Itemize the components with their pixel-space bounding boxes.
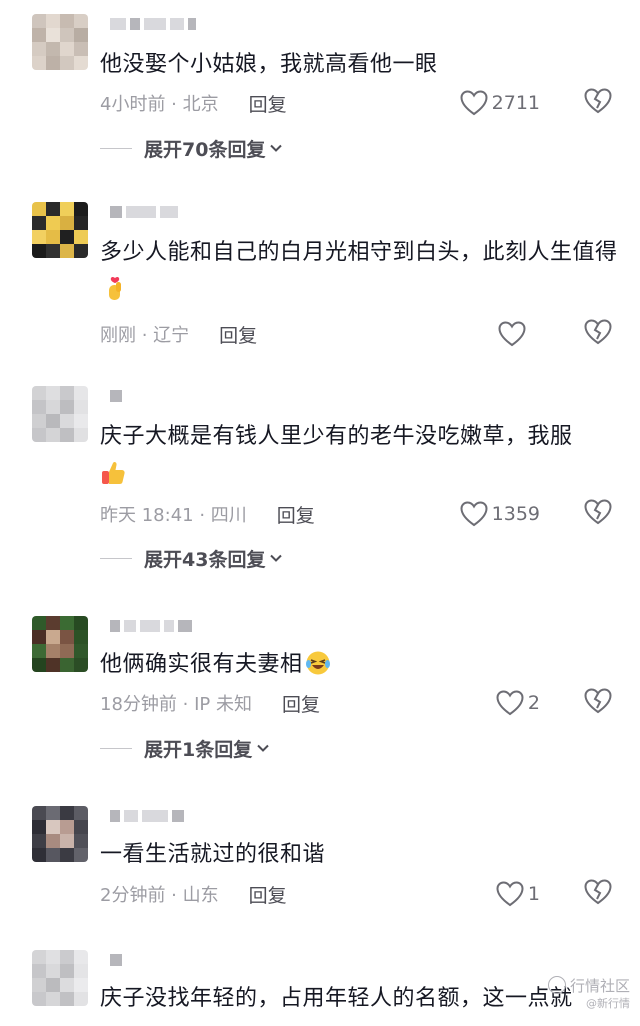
laughing-crying-emoji (305, 651, 330, 675)
comment-meta: 刚刚 · 辽宁 回复 (100, 319, 257, 349)
broken-heart-icon (584, 499, 612, 525)
expand-replies-label: 展开1条回复 (144, 738, 253, 761)
comment-text: 一看生活就过的很和谐 (100, 836, 620, 874)
broken-heart-icon (584, 319, 612, 345)
avatar[interactable] (32, 616, 88, 672)
comment-actions: 1359 (460, 499, 612, 529)
divider (100, 747, 132, 749)
dislike-button[interactable] (584, 319, 612, 349)
dislike-button[interactable] (584, 499, 612, 529)
broken-heart-icon (584, 88, 612, 114)
expand-replies[interactable]: 展开70条回复 (100, 134, 283, 162)
chevron-down-icon (270, 554, 283, 562)
like-count: 1359 (491, 503, 540, 525)
like-button[interactable]: 2711 (460, 90, 540, 116)
reply-button[interactable]: 回复 (249, 881, 287, 908)
comment-actions: 2711 (460, 88, 612, 118)
comment-text-content: 他俩确实很有夫妻相 (100, 652, 303, 677)
heart-icon (498, 321, 526, 347)
username-blurred[interactable] (110, 950, 122, 970)
username-blurred[interactable] (110, 14, 196, 34)
expand-replies[interactable]: 展开1条回复 (100, 734, 270, 762)
watermark: 行情社区 @新行情 (547, 976, 630, 1013)
username-blurred[interactable] (110, 386, 122, 406)
expand-replies[interactable]: 展开43条回复 (100, 544, 283, 572)
comment-actions: 1 (496, 879, 612, 909)
comment-text-content: 多少人能和自己的白月光相守到白头，此刻人生值得 (100, 240, 618, 265)
comment-text: 庆子没找年轻的，占用年轻人的名额，这一点就 (100, 980, 620, 1018)
expand-replies-label: 展开43条回复 (144, 548, 266, 571)
dislike-button[interactable] (584, 688, 612, 718)
reply-button[interactable]: 回复 (219, 321, 257, 348)
like-button[interactable] (498, 321, 540, 347)
watermark-line2: @新行情 (586, 997, 630, 1010)
avatar[interactable] (32, 14, 88, 70)
reply-button[interactable]: 回复 (277, 501, 315, 528)
like-count: 2711 (491, 92, 540, 114)
comment-text: 他俩确实很有夫妻相 (100, 646, 620, 684)
comment-actions (498, 319, 612, 349)
avatar[interactable] (32, 806, 88, 862)
time-location: 刚刚 · 辽宁 (100, 325, 190, 346)
time-location: 18分钟前 · IP 未知 (100, 694, 252, 715)
comment-text: 庆子大概是有钱人里少有的老牛没吃嫩草，我服 (100, 418, 620, 494)
heart-icon (496, 690, 524, 716)
comment-meta: 昨天 18:41 · 四川 回复 (100, 499, 315, 529)
broken-heart-icon (584, 879, 612, 905)
comment-meta: 2分钟前 · 山东 回复 (100, 879, 287, 909)
chevron-down-icon (270, 144, 283, 152)
divider (100, 147, 132, 149)
dislike-button[interactable] (584, 88, 612, 118)
comment-meta: 18分钟前 · IP 未知 回复 (100, 688, 320, 718)
comment-text-content: 一看生活就过的很和谐 (100, 842, 326, 867)
like-button[interactable]: 2 (496, 690, 540, 716)
comment-text-content: 他没娶个小姑娘，我就高看他一眼 (100, 52, 438, 77)
username-blurred[interactable] (110, 806, 184, 826)
reply-button[interactable]: 回复 (282, 690, 320, 717)
comment-text-content: 庆子没找年轻的，占用年轻人的名额，这一点就 (100, 986, 573, 1011)
username-blurred[interactable] (110, 616, 192, 636)
avatar[interactable] (32, 950, 88, 1006)
avatar[interactable] (32, 202, 88, 258)
like-button[interactable]: 1359 (460, 501, 540, 527)
heart-icon (496, 881, 524, 907)
chevron-down-icon (257, 744, 269, 752)
like-button[interactable]: 1 (496, 881, 540, 907)
time-location: 昨天 18:41 · 四川 (100, 505, 247, 526)
comment-text-content: 庆子大概是有钱人里少有的老牛没吃嫩草，我服 (100, 424, 573, 449)
divider (100, 557, 132, 559)
expand-replies-label: 展开70条回复 (144, 138, 266, 161)
comment-meta: 4小时前 · 北京 回复 (100, 88, 287, 118)
comment-text: 他没娶个小姑娘，我就高看他一眼 (100, 46, 620, 84)
reply-button[interactable]: 回复 (249, 90, 287, 117)
like-count: 2 (527, 692, 540, 714)
watermark-line1: 行情社区 (569, 977, 630, 995)
dislike-button[interactable] (584, 879, 612, 909)
finger-heart-emoji (109, 276, 121, 300)
watermark-logo-icon (547, 976, 566, 994)
broken-heart-icon (584, 688, 612, 714)
heart-icon (460, 501, 488, 527)
time-location: 2分钟前 · 山东 (100, 885, 219, 906)
comment-actions: 2 (496, 688, 612, 718)
thumbs-up-emoji (102, 461, 125, 484)
like-count: 1 (527, 883, 540, 905)
avatar[interactable] (32, 386, 88, 442)
comment-text: 多少人能和自己的白月光相守到白头，此刻人生值得 (100, 234, 620, 310)
time-location: 4小时前 · 北京 (100, 94, 219, 115)
heart-icon (460, 90, 488, 116)
username-blurred[interactable] (110, 202, 178, 222)
